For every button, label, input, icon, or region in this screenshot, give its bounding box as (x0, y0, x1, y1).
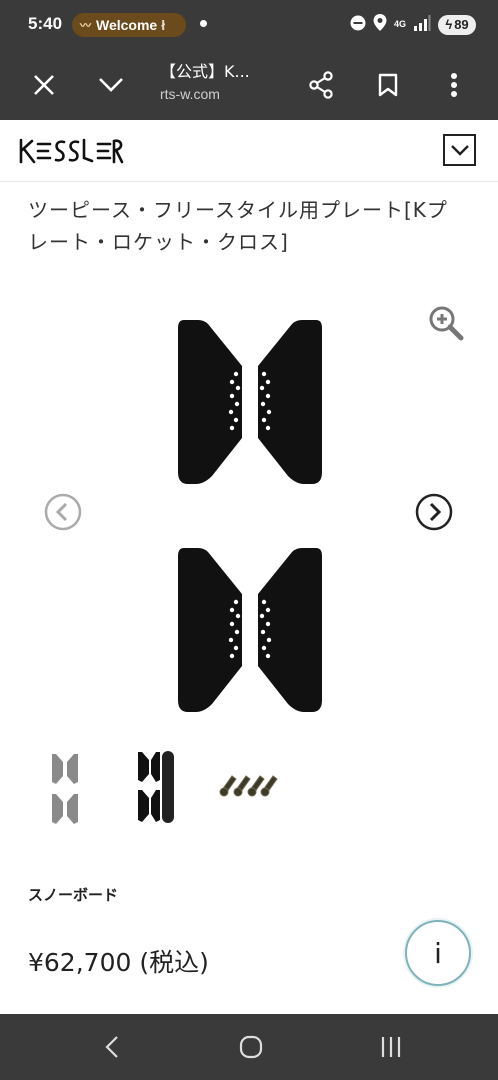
battery-level: 89 (454, 17, 469, 32)
close-tab-button[interactable] (20, 61, 68, 109)
home-button[interactable] (231, 1030, 271, 1064)
dnd-icon (350, 15, 366, 35)
back-button[interactable] (92, 1030, 132, 1064)
notification-dot (200, 20, 207, 27)
share-button[interactable] (297, 61, 345, 109)
chevron-left-circle-icon (44, 493, 82, 531)
status-bar: 5:40 〰 Welcome ł 4G ϟ 89 (0, 0, 498, 50)
site-header (0, 120, 498, 182)
product-category[interactable]: スノーボード (28, 884, 118, 905)
page-title[interactable]: 【公式】K... (160, 58, 288, 82)
notification-pill[interactable]: 〰 Welcome ł (72, 13, 186, 37)
notification-suffix: ł (161, 17, 166, 33)
status-time: 5:40 (28, 14, 63, 33)
location-icon (373, 14, 387, 35)
info-icon: i (434, 936, 442, 970)
bookmark-button[interactable] (364, 61, 412, 109)
network-type-icon: 4G (394, 20, 406, 29)
zoom-button[interactable] (428, 305, 464, 345)
thumbnail-plates[interactable] (50, 752, 80, 832)
home-icon (239, 1035, 263, 1059)
close-icon (34, 75, 54, 95)
thumbnail-strip (44, 748, 304, 832)
browser-toolbar: 【公式】K... rts-w.com (0, 50, 498, 120)
info-button[interactable]: i (405, 920, 471, 986)
minimize-button[interactable] (87, 61, 135, 109)
zoom-in-icon (429, 306, 464, 341)
thumbnail-board[interactable] (134, 750, 178, 828)
recent-apps-button[interactable] (371, 1030, 411, 1064)
share-icon (309, 71, 333, 99)
recent-apps-icon (381, 1037, 401, 1057)
network-type-label: 4G (393, 19, 406, 29)
status-icons: 4G ϟ 89 (350, 14, 476, 35)
back-icon (105, 1036, 118, 1058)
more-options-button[interactable] (430, 61, 478, 109)
battery-indicator: ϟ 89 (438, 14, 476, 35)
notification-text: Welcome (96, 17, 158, 33)
system-nav-bar (0, 1014, 498, 1080)
signal-icon (413, 14, 431, 35)
product-title: ツーピース・フリースタイル用プレート[Kプレート・ロケット・クロス] (28, 198, 448, 254)
chevron-down-icon (99, 78, 123, 92)
next-image-button[interactable] (415, 493, 453, 535)
product-main-image[interactable] (170, 312, 330, 732)
chevron-down-icon (450, 145, 469, 156)
thumbnail-screws[interactable] (218, 770, 278, 804)
site-logo[interactable] (18, 136, 124, 170)
mustache-icon: 〰 (80, 20, 91, 32)
more-vert-icon (451, 73, 457, 97)
previous-image-button[interactable] (44, 493, 82, 535)
chevron-right-circle-icon (415, 493, 453, 531)
product-price: ¥62,700 (税込) (28, 948, 209, 977)
bookmark-icon (378, 73, 398, 97)
page-url[interactable]: rts-w.com (160, 86, 288, 102)
battery-bolt-icon: ϟ (445, 17, 453, 32)
menu-dropdown-button[interactable] (443, 134, 476, 166)
